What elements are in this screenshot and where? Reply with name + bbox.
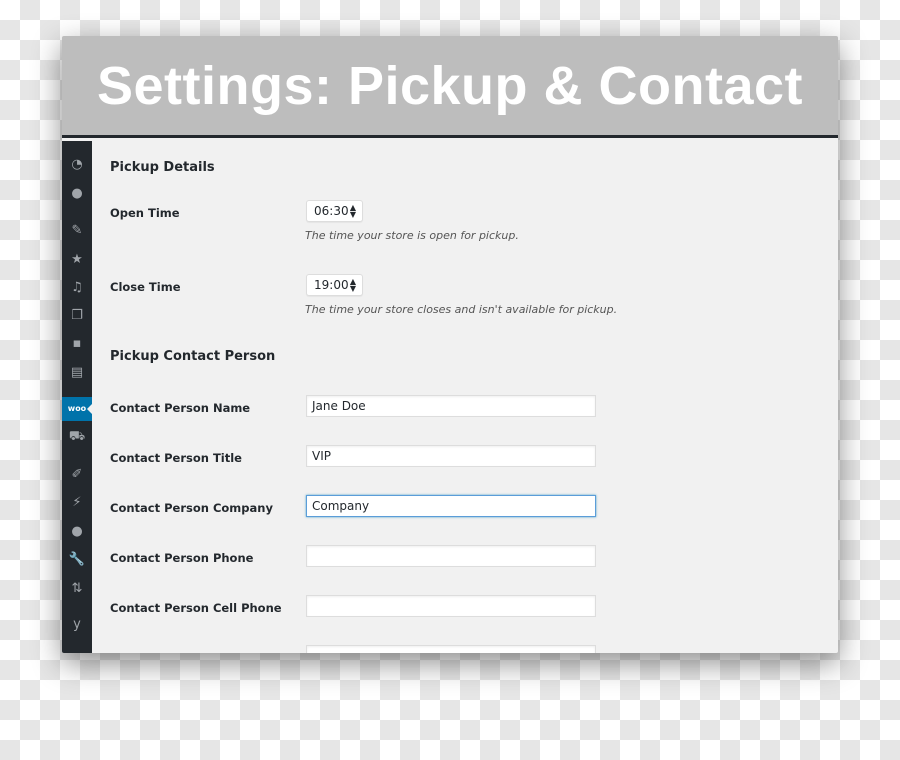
open-time-value: 06:30 (314, 204, 349, 218)
select-arrows-icon: ▲ ▼ (349, 203, 356, 219)
media-icon[interactable]: ♫ (62, 276, 92, 300)
plugins-icon[interactable]: ⚡ (62, 491, 92, 515)
page-title: Settings: Pickup & Contact (96, 55, 804, 116)
open-time-description: The time your store is open for pickup. (305, 229, 519, 242)
section-heading-pickup: Pickup Details (110, 160, 215, 175)
comments-icon[interactable]: ▪ (62, 332, 92, 356)
pin-icon[interactable]: ✎ (62, 219, 92, 243)
contact-field-input[interactable] (306, 645, 596, 653)
contact-field-input[interactable]: Company (306, 495, 596, 517)
woocommerce-icon[interactable]: woo (62, 397, 92, 421)
close-time-value: 19:00 (314, 278, 349, 292)
close-time-description: The time your store closes and isn't ava… (305, 303, 618, 316)
admin-sidebar: ◔ ● ✎ ★ ♫ ❐ ▪ ▤ woo ⛟ ✐ ⚡ ● 🔧 ⇅ y (62, 141, 92, 653)
yoast-icon[interactable]: y (62, 613, 92, 637)
contact-field-input[interactable]: Jane Doe (306, 395, 596, 417)
tools-icon[interactable]: 🔧 (62, 548, 92, 572)
forms-icon[interactable]: ▤ (62, 361, 92, 385)
close-time-select[interactable]: 19:00 ▲ ▼ (306, 274, 363, 296)
cart-icon[interactable]: ⛟ (62, 425, 92, 449)
contact-field-input[interactable] (306, 595, 596, 617)
contact-field-label: Contact Person Phone (110, 551, 254, 565)
section-heading-contact: Pickup Contact Person (110, 349, 276, 364)
contact-field-label: Contact Person Name (110, 401, 251, 415)
contact-field-input[interactable]: VIP (306, 445, 596, 467)
close-time-label: Close Time (110, 280, 181, 294)
select-arrows-icon: ▲ ▼ (349, 277, 356, 293)
settings-icon[interactable]: ⇅ (62, 577, 92, 601)
settings-form: Pickup Details Open Time 06:30 ▲ ▼ The tim… (110, 141, 838, 653)
dashboard-icon[interactable]: ◔ (62, 153, 92, 177)
open-time-select[interactable]: 06:30 ▲ ▼ (306, 200, 363, 222)
contact-field-label: Contact Person Company (110, 501, 273, 515)
banner: Settings: Pickup & Contact (62, 36, 838, 138)
appearance-icon[interactable]: ✐ (62, 463, 92, 487)
contact-field-input[interactable] (306, 545, 596, 567)
pages-icon[interactable]: ❐ (62, 304, 92, 328)
contact-field-label: Contact Person Title (110, 451, 242, 465)
contact-field-label: Contact Person Cell Phone (110, 601, 282, 615)
star-icon[interactable]: ★ (62, 248, 92, 272)
users-icon[interactable]: ● (62, 520, 92, 544)
contact-field-label: Contact Person Email (110, 651, 248, 653)
app-window: Settings: Pickup & Contact ◔ ● ✎ ★ ♫ ❐ ▪ ▤ woo ⛟ ✐… (62, 36, 838, 653)
open-time-label: Open Time (110, 206, 180, 220)
analytics-icon[interactable]: ● (62, 182, 92, 206)
